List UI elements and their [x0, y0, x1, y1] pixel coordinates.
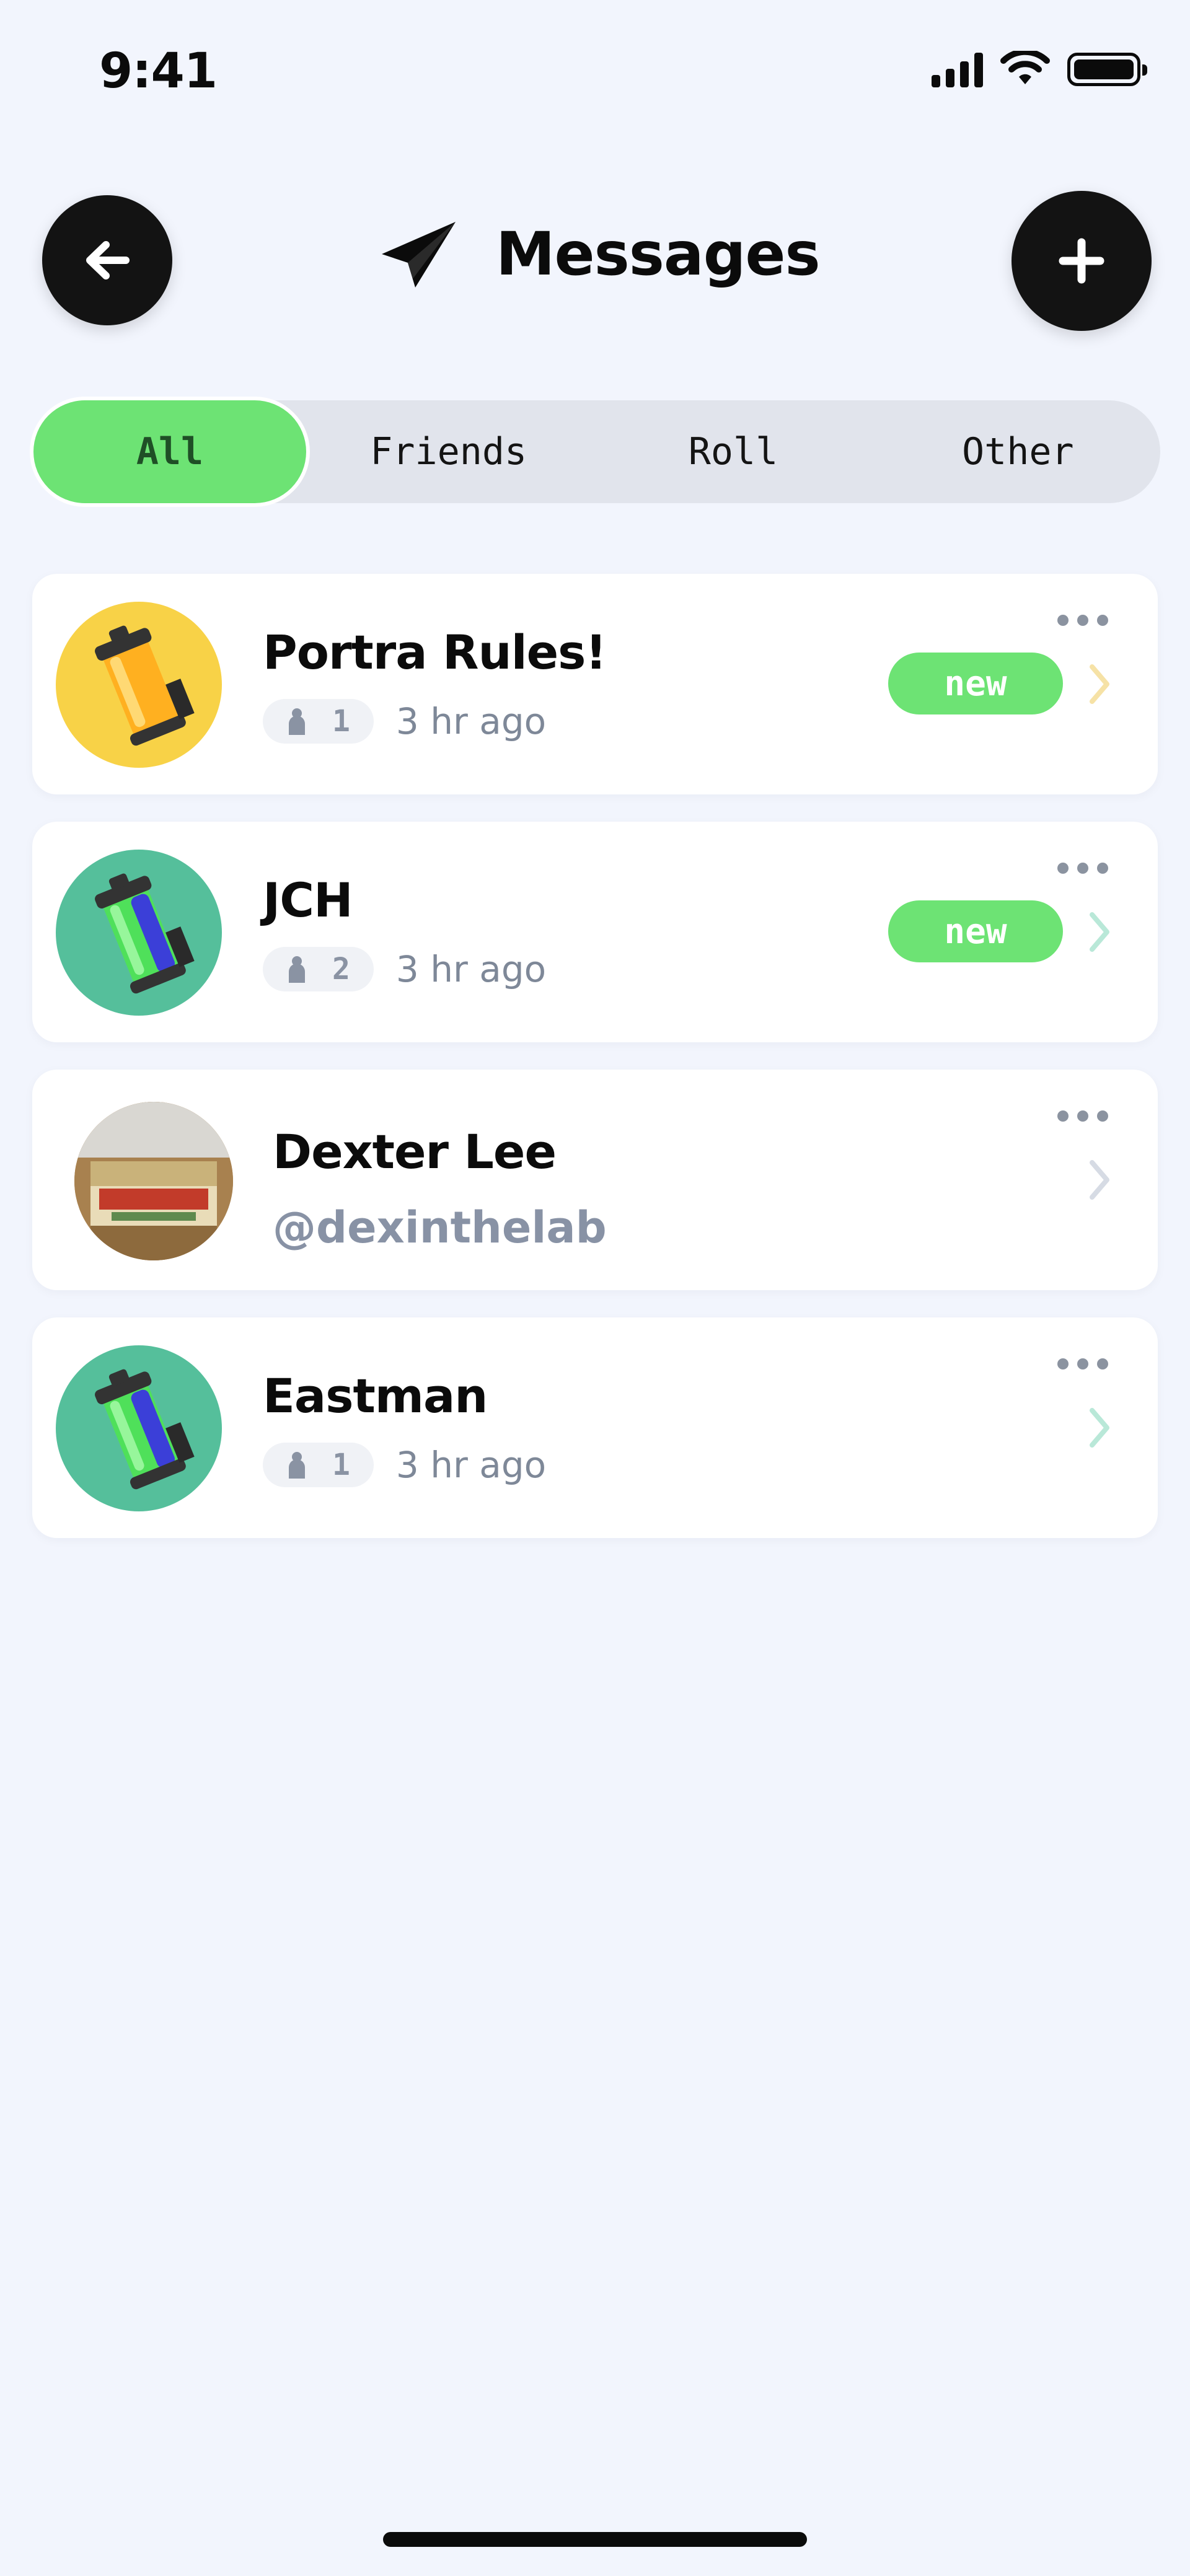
tab-all[interactable]: All: [33, 400, 306, 503]
new-badge: new: [888, 653, 1063, 714]
member-count: 1: [332, 704, 350, 739]
conversation-item[interactable]: Eastman 1 3 hr ago: [32, 1317, 1158, 1538]
signal-icon: [932, 51, 983, 87]
chevron-right-icon: [1090, 1408, 1109, 1448]
conversation-item[interactable]: Dexter Lee @dexinthelab: [32, 1070, 1158, 1290]
member-count-pill: 1: [263, 699, 374, 744]
ellipsis-icon[interactable]: [1057, 863, 1108, 874]
paper-plane-icon: [382, 222, 456, 288]
member-count: 1: [332, 1448, 350, 1482]
chevron-right-icon: [1090, 1160, 1109, 1200]
status-icons: [932, 51, 1147, 88]
time-ago: 3 hr ago: [395, 948, 547, 990]
conversation-name: JCH: [263, 873, 353, 928]
film-canister-avatar: [56, 602, 222, 768]
conversation-meta: 2 3 hr ago: [263, 947, 546, 991]
time-ago: 3 hr ago: [395, 1444, 547, 1486]
member-count-pill: 1: [263, 1443, 374, 1487]
user-handle: @dexinthelab: [273, 1202, 607, 1253]
member-count-pill: 2: [263, 947, 374, 991]
chevron-right-icon: [1090, 664, 1109, 704]
conversation-name: Dexter Lee: [273, 1124, 557, 1179]
member-count: 2: [332, 952, 350, 987]
new-badge: new: [888, 900, 1063, 962]
page-title: Messages: [496, 219, 821, 289]
ellipsis-icon[interactable]: [1057, 1110, 1108, 1122]
conversation-item[interactable]: JCH 2 3 hr ago new: [32, 822, 1158, 1042]
plus-icon: [1059, 238, 1104, 284]
back-button[interactable]: [42, 195, 172, 325]
wifi-icon: [1000, 51, 1050, 84]
tab-other[interactable]: Other: [876, 400, 1160, 503]
tab-roll[interactable]: Roll: [591, 400, 875, 503]
new-message-button[interactable]: [1011, 191, 1152, 331]
conversation-meta: 1 3 hr ago: [263, 699, 546, 744]
conversation-name: Portra Rules!: [263, 625, 607, 680]
person-icon: [289, 956, 305, 983]
time-ago: 3 hr ago: [395, 700, 547, 742]
user-photo-avatar: [74, 1102, 233, 1260]
conversation-name: Eastman: [263, 1368, 488, 1423]
conversation-meta: 1 3 hr ago: [263, 1443, 546, 1487]
person-icon: [289, 708, 305, 735]
tab-friends[interactable]: Friends: [306, 400, 591, 503]
ellipsis-icon[interactable]: [1057, 615, 1108, 626]
person-icon: [289, 1452, 305, 1479]
page-header: Messages: [378, 217, 821, 291]
conversation-item[interactable]: Portra Rules! 1 3 hr ago new: [32, 574, 1158, 794]
film-canister-avatar: [56, 1345, 222, 1511]
arrow-left-icon: [86, 241, 130, 279]
chevron-right-icon: [1090, 912, 1109, 952]
home-indicator[interactable]: [383, 2532, 807, 2547]
film-canister-avatar: [56, 850, 222, 1016]
filter-tabs: All Friends Roll Other: [33, 400, 1160, 503]
ellipsis-icon[interactable]: [1057, 1358, 1108, 1369]
status-time: 9:41: [99, 43, 218, 99]
battery-icon: [1067, 53, 1147, 86]
